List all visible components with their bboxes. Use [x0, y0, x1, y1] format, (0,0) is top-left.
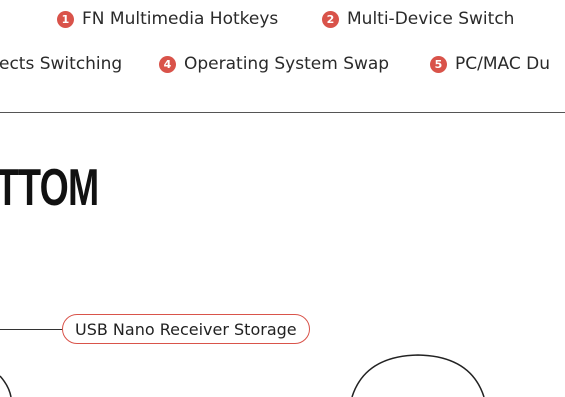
device-outline-left-arc	[0, 375, 12, 397]
device-outline-circle-arc	[351, 354, 485, 397]
product-feature-panel: 1 FN Multimedia Hotkeys 2 Multi-Device S…	[0, 0, 565, 397]
device-outline-shapes	[0, 354, 485, 397]
